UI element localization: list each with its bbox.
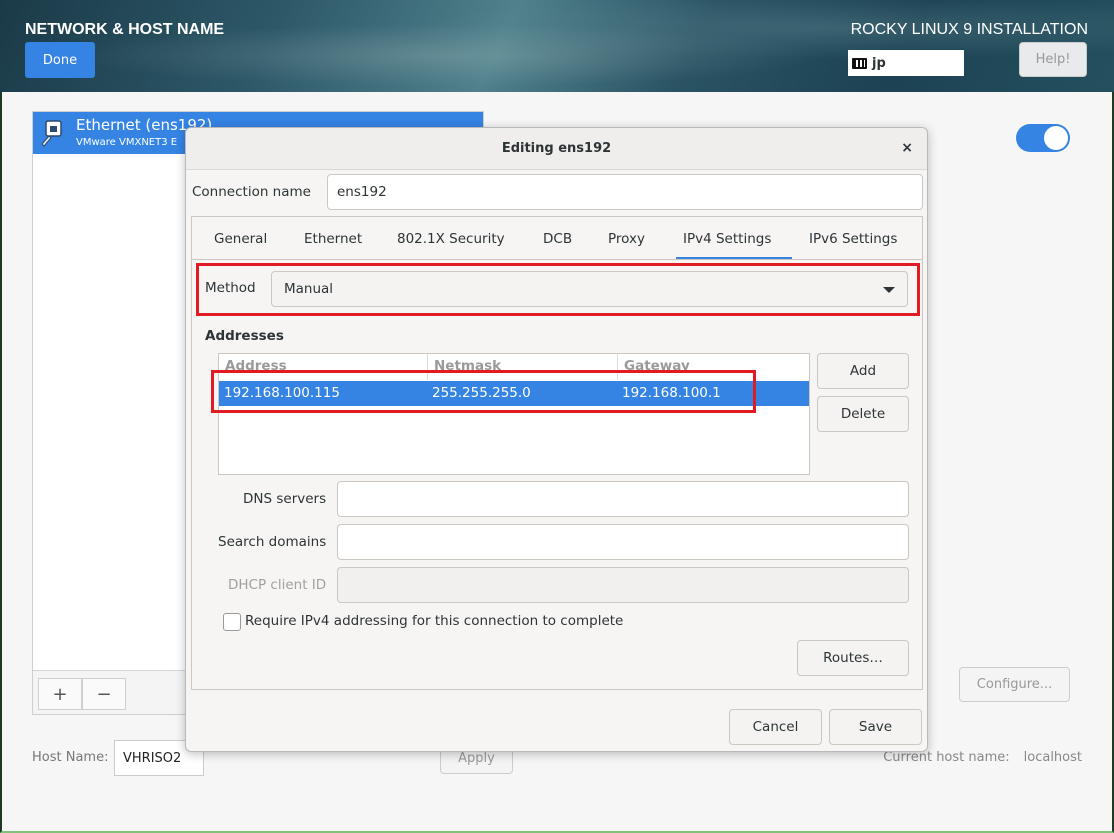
search-domains-input[interactable]	[337, 524, 909, 560]
cancel-button[interactable]: Cancel	[729, 709, 822, 745]
done-button[interactable]: Done	[25, 42, 95, 78]
tab-ethernet[interactable]: Ethernet	[304, 231, 362, 247]
dns-servers-input[interactable]	[337, 481, 909, 517]
device-enable-toggle[interactable]	[1016, 124, 1070, 152]
current-hostname-label: Current host name:	[883, 750, 1010, 765]
require-ipv4-label[interactable]: Require IPv4 addressing for this connect…	[245, 613, 623, 629]
add-address-button[interactable]: Add	[817, 353, 909, 389]
close-icon[interactable]: ×	[901, 140, 913, 156]
header-banner	[0, 0, 1114, 92]
current-hostname-value: localhost	[1023, 750, 1082, 765]
method-highlight-box	[196, 263, 920, 316]
tab-general[interactable]: General	[214, 231, 267, 247]
tab-8021x-security[interactable]: 802.1X Security	[397, 231, 505, 247]
keyboard-icon	[852, 57, 867, 69]
settings-tabs: General Ethernet 802.1X Security DCB Pro…	[191, 216, 923, 260]
addresses-heading: Addresses	[205, 328, 284, 344]
dns-servers-label: DNS servers	[243, 491, 327, 507]
connection-name-label: Connection name	[192, 184, 311, 200]
keyboard-layout-indicator[interactable]: jp	[848, 50, 964, 76]
address-row-highlight-box	[211, 370, 756, 413]
device-description: VMware VMXNET3 E	[76, 137, 178, 148]
require-ipv4-checkbox[interactable]	[223, 613, 241, 631]
connection-name-input[interactable]: ens192	[327, 174, 923, 210]
search-domains-label: Search domains	[218, 534, 327, 550]
dialog-title: Editing ens192	[186, 128, 927, 170]
tab-proxy[interactable]: Proxy	[608, 231, 645, 247]
current-hostname: Current host name: localhost	[869, 750, 1082, 765]
remove-device-button[interactable]: −	[82, 678, 126, 710]
dhcp-client-id-label: DHCP client ID	[228, 577, 327, 593]
add-device-button[interactable]: +	[38, 678, 82, 710]
dhcp-client-id-input	[337, 567, 909, 603]
installer-title: ROCKY LINUX 9 INSTALLATION	[850, 21, 1088, 38]
tab-ipv4-settings[interactable]: IPv4 Settings	[683, 231, 771, 247]
routes-button[interactable]: Routes…	[797, 640, 909, 676]
help-button[interactable]: Help!	[1019, 42, 1087, 77]
tab-dcb[interactable]: DCB	[543, 231, 572, 247]
ipv4-settings-panel: Method Manual Addresses Address Netmask …	[191, 259, 923, 690]
keyboard-layout-label: jp	[872, 55, 886, 71]
ethernet-icon	[41, 120, 62, 147]
edit-connection-dialog: Editing ens192 × Connection name ens192 …	[185, 127, 928, 752]
delete-address-button[interactable]: Delete	[817, 396, 909, 432]
configure-button[interactable]: Configure...	[959, 667, 1070, 702]
page-title: NETWORK & HOST NAME	[25, 21, 225, 38]
save-button[interactable]: Save	[829, 709, 922, 745]
hostname-label: Host Name:	[32, 750, 109, 765]
tab-ipv6-settings[interactable]: IPv6 Settings	[809, 231, 897, 247]
